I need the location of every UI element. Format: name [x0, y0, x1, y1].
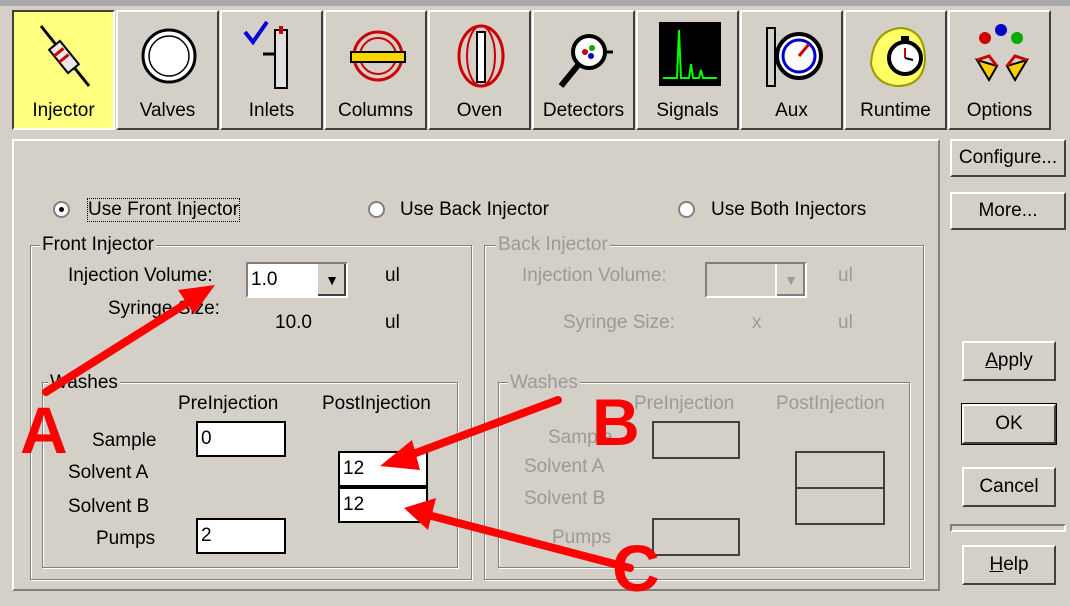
tab-label: Injector: [32, 100, 95, 121]
back-pumps-preinjection-input: [652, 518, 740, 556]
back-solvent-a-postinjection-input: [795, 451, 885, 489]
tab-label: Aux: [775, 100, 808, 121]
solvent-b-label: Solvent B: [68, 496, 150, 517]
back-solvent-b-postinjection-input: [795, 487, 885, 525]
tab-runtime[interactable]: Runtime: [844, 10, 947, 130]
tab-aux[interactable]: Aux: [740, 10, 843, 130]
use-back-injector-radio[interactable]: [368, 201, 385, 218]
pumps-preinjection-input[interactable]: 2: [196, 518, 286, 554]
tab-oven[interactable]: Oven: [428, 10, 531, 130]
syringe-icon: [39, 25, 91, 87]
module-toolbar: Injector Valves Inlets Columns Oven Dete…: [12, 10, 1060, 132]
tab-label: Runtime: [860, 100, 931, 121]
help-button[interactable]: Help: [962, 545, 1056, 585]
back-injection-volume-unit: ul: [838, 265, 853, 286]
sample-preinjection-input[interactable]: 0: [196, 421, 286, 457]
options-icon: [974, 24, 1030, 82]
configure-button[interactable]: Configure...: [950, 139, 1066, 177]
tab-inlets[interactable]: Inlets: [220, 10, 323, 130]
solvent-a-label: Solvent A: [68, 462, 149, 483]
tab-injector[interactable]: Injector: [12, 10, 115, 130]
back-injection-volume-label: Injection Volume:: [522, 265, 667, 286]
postinjection-header: PostInjection: [322, 393, 431, 414]
tab-label: Columns: [338, 100, 413, 121]
ok-button[interactable]: OK: [961, 403, 1057, 445]
separator: [950, 524, 1066, 532]
back-syringe-size-value: x: [752, 312, 762, 333]
injection-volume-unit: ul: [385, 265, 400, 286]
detector-icon: [558, 34, 613, 88]
back-solvent-b-label: Solvent B: [524, 488, 606, 509]
tab-detectors[interactable]: Detectors: [532, 10, 635, 130]
apply-button[interactable]: Apply: [962, 341, 1056, 381]
back-pumps-label: Pumps: [552, 527, 612, 548]
tab-valves[interactable]: Valves: [116, 10, 219, 130]
callout-b: B: [592, 385, 640, 459]
syringe-size-value: 10.0: [275, 312, 312, 333]
use-both-injectors-label[interactable]: Use Both Injectors: [711, 199, 866, 221]
pumps-label: Pumps: [96, 528, 156, 549]
chevron-down-icon: ▼: [775, 264, 805, 296]
cancel-button[interactable]: Cancel: [962, 467, 1056, 507]
back-preinjection-header: PreInjection: [634, 393, 735, 414]
signal-icon: [659, 22, 721, 86]
tab-columns[interactable]: Columns: [324, 10, 427, 130]
oven-icon: [457, 24, 505, 88]
tab-label: Oven: [456, 100, 503, 121]
tab-options[interactable]: Options: [948, 10, 1051, 130]
syringe-size-label: Syringe Size:: [108, 298, 220, 319]
front-injector-title: Front Injector: [40, 234, 156, 256]
stopwatch-icon: [869, 26, 927, 88]
inlet-icon: [243, 20, 288, 89]
tab-label: Inlets: [248, 100, 295, 121]
tab-label: Detectors: [542, 100, 625, 121]
back-syringe-size-label: Syringe Size:: [563, 312, 675, 333]
back-injection-volume-select: ▼: [705, 262, 807, 298]
tab-signals[interactable]: Signals: [636, 10, 739, 130]
back-injector-title: Back Injector: [496, 234, 610, 256]
back-syringe-size-unit: ul: [838, 312, 853, 333]
column-icon: [350, 30, 406, 82]
apply-button-label: Apply: [985, 350, 1033, 371]
front-washes-title: Washes: [48, 372, 120, 394]
callout-c: C: [612, 531, 660, 605]
injection-volume-value: 1.0: [251, 269, 278, 290]
use-back-injector-label[interactable]: Use Back Injector: [400, 199, 549, 221]
back-sample-preinjection-input: [652, 421, 740, 459]
tab-label: Valves: [139, 100, 196, 121]
callout-a: A: [20, 393, 68, 467]
preinjection-header: PreInjection: [178, 393, 279, 414]
back-washes-title: Washes: [508, 372, 580, 394]
use-front-injector-radio[interactable]: [53, 201, 70, 218]
use-front-injector-label[interactable]: Use Front Injector: [87, 198, 240, 222]
use-both-injectors-radio[interactable]: [678, 201, 695, 218]
injection-volume-select[interactable]: 1.0 ▼: [246, 262, 348, 298]
solvent-a-postinjection-input[interactable]: 12: [338, 451, 428, 487]
window-top-edge: [0, 0, 1070, 6]
tab-label: Options: [966, 100, 1033, 121]
injection-volume-label: Injection Volume:: [68, 265, 213, 286]
more-button[interactable]: More...: [950, 192, 1066, 230]
tab-label: Signals: [656, 100, 719, 121]
gauge-icon: [766, 27, 823, 87]
back-postinjection-header: PostInjection: [776, 393, 885, 414]
sample-label: Sample: [92, 430, 157, 451]
chevron-down-icon[interactable]: ▼: [316, 264, 346, 296]
valve-icon: [141, 28, 197, 84]
syringe-size-unit: ul: [385, 312, 400, 333]
solvent-b-postinjection-input[interactable]: 12: [338, 487, 428, 523]
